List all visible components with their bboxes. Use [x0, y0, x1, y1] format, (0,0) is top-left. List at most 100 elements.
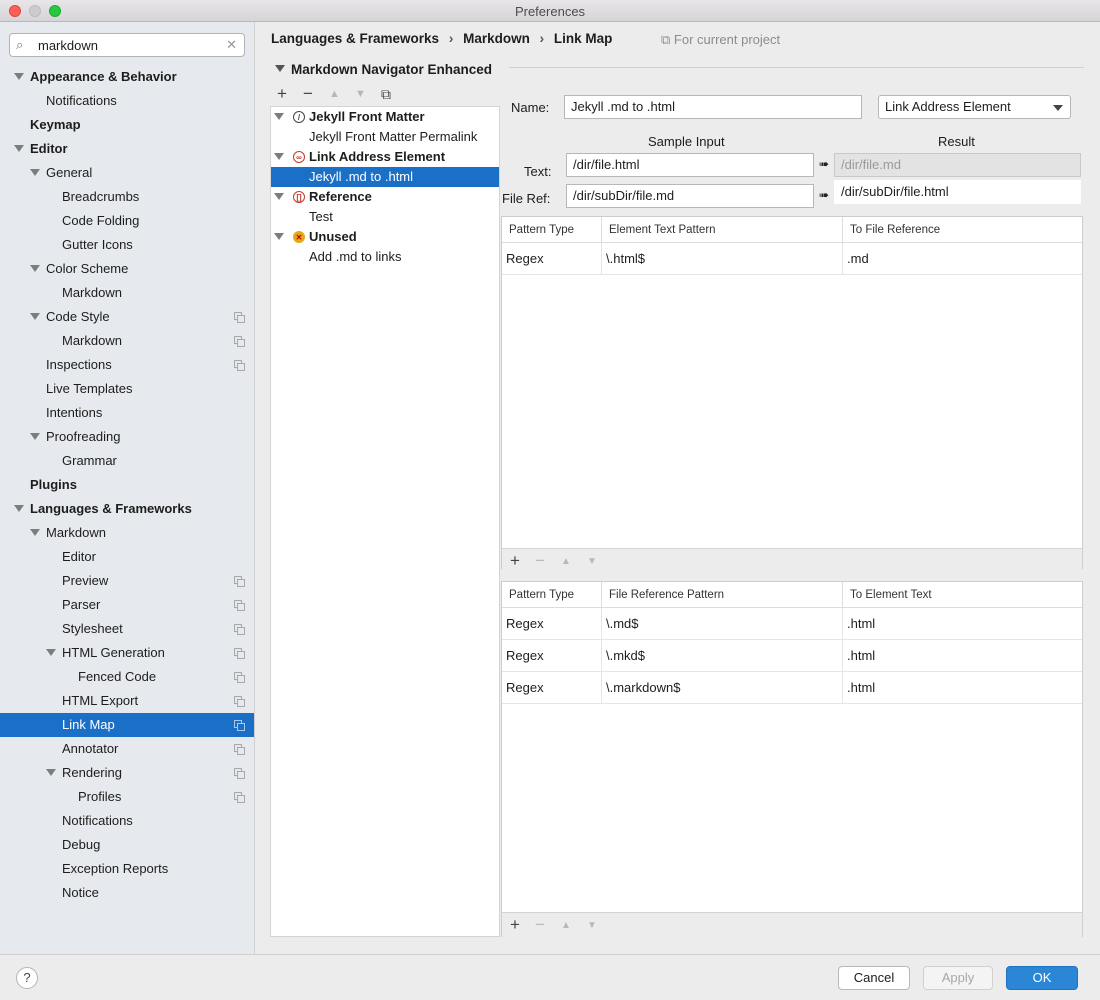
search-input[interactable] [38, 37, 218, 53]
pattern-type-cell[interactable]: Regex [502, 672, 602, 704]
sidebar-item-markdown[interactable]: Markdown [0, 521, 254, 545]
expand-arrow-icon[interactable] [30, 169, 40, 176]
name-field[interactable]: Jekyll .md to .html [564, 95, 862, 119]
target-cell[interactable]: .md [843, 243, 1083, 275]
sidebar-item-notice[interactable]: Notice [0, 881, 254, 905]
expand-arrow-icon[interactable] [14, 73, 24, 80]
move-row-up-button[interactable]: ▲ [561, 552, 571, 572]
expand-arrow-icon[interactable] [30, 529, 40, 536]
search-box[interactable]: ⌕ ✕ [9, 33, 245, 57]
element-item[interactable]: Jekyll .md to .html [271, 167, 499, 187]
sidebar-item-notifications[interactable]: Notifications [0, 89, 254, 113]
sidebar-item-intentions[interactable]: Intentions [0, 401, 254, 425]
pattern-type-cell[interactable]: Regex [502, 608, 602, 640]
move-down-button[interactable]: ▼ [355, 84, 366, 104]
element-group[interactable]: / Jekyll Front Matter [271, 107, 499, 127]
column-header[interactable]: Pattern Type [502, 582, 602, 608]
table-row[interactable]: Regex \.md$ .html [502, 608, 1082, 640]
add-row-button[interactable]: + [510, 551, 520, 571]
column-header[interactable]: Element Text Pattern [602, 217, 843, 243]
pattern-cell[interactable]: \.mkd$ [602, 640, 843, 672]
sidebar-item-gutter-icons[interactable]: Gutter Icons [0, 233, 254, 257]
expand-arrow-icon[interactable] [46, 649, 56, 656]
target-cell[interactable]: .html [843, 608, 1083, 640]
expand-arrow-icon[interactable] [274, 233, 284, 240]
collapse-section-icon[interactable] [275, 65, 285, 72]
sidebar-item-keymap[interactable]: Keymap [0, 113, 254, 137]
element-group[interactable]: [] Reference [271, 187, 499, 207]
expand-arrow-icon[interactable] [46, 769, 56, 776]
sidebar-item-grammar[interactable]: Grammar [0, 449, 254, 473]
move-up-button[interactable]: ▲ [329, 84, 340, 104]
table-row[interactable]: Regex \.markdown$ .html [502, 672, 1082, 704]
pattern-type-cell[interactable]: Regex [502, 640, 602, 672]
sidebar-item-parser[interactable]: Parser [0, 593, 254, 617]
apply-button[interactable]: Apply [923, 966, 993, 990]
sidebar-item-editor[interactable]: Editor [0, 545, 254, 569]
sidebar-item-fenced-code[interactable]: Fenced Code [0, 665, 254, 689]
move-row-down-button[interactable]: ▼ [587, 552, 597, 572]
sidebar-item-languages-frameworks[interactable]: Languages & Frameworks [0, 497, 254, 521]
sample-fileref-field[interactable]: /dir/subDir/file.md [566, 184, 814, 208]
add-button[interactable]: + [277, 84, 287, 104]
column-header[interactable]: To Element Text [843, 582, 1083, 608]
sidebar-item-general[interactable]: General [0, 161, 254, 185]
sidebar-item-notifications[interactable]: Notifications [0, 809, 254, 833]
sidebar-item-exception-reports[interactable]: Exception Reports [0, 857, 254, 881]
sidebar-item-appearance-behavior[interactable]: Appearance & Behavior [0, 65, 254, 89]
expand-arrow-icon[interactable] [274, 113, 284, 120]
column-header[interactable]: To File Reference [843, 217, 1083, 243]
sidebar-item-html-export[interactable]: HTML Export [0, 689, 254, 713]
remove-row-button[interactable]: − [535, 551, 545, 571]
sidebar-item-plugins[interactable]: Plugins [0, 473, 254, 497]
sidebar-item-debug[interactable]: Debug [0, 833, 254, 857]
sidebar-item-code-folding[interactable]: Code Folding [0, 209, 254, 233]
pattern-type-cell[interactable]: Regex [502, 243, 602, 275]
sidebar-item-annotator[interactable]: Annotator [0, 737, 254, 761]
expand-arrow-icon[interactable] [274, 153, 284, 160]
breadcrumb-item[interactable]: Markdown [463, 31, 530, 46]
expand-arrow-icon[interactable] [14, 145, 24, 152]
expand-arrow-icon[interactable] [30, 433, 40, 440]
target-cell[interactable]: .html [843, 640, 1083, 672]
pattern-cell[interactable]: \.html$ [602, 243, 843, 275]
element-item[interactable]: Jekyll Front Matter Permalink [271, 127, 499, 147]
element-group[interactable]: ✕ Unused [271, 227, 499, 247]
sidebar-item-live-templates[interactable]: Live Templates [0, 377, 254, 401]
copy-icon[interactable]: ⧉ [381, 84, 391, 104]
sidebar-item-markdown[interactable]: Markdown [0, 329, 254, 353]
table-row[interactable]: Regex \.html$ .md [502, 243, 1082, 275]
sidebar-item-link-map[interactable]: Link Map [0, 713, 254, 737]
sidebar-item-markdown[interactable]: Markdown [0, 281, 254, 305]
breadcrumb-item[interactable]: Languages & Frameworks [271, 31, 439, 46]
expand-arrow-icon[interactable] [30, 265, 40, 272]
sidebar-item-stylesheet[interactable]: Stylesheet [0, 617, 254, 641]
clear-search-icon[interactable]: ✕ [226, 37, 237, 53]
column-header[interactable]: File Reference Pattern [602, 582, 843, 608]
column-header[interactable]: Pattern Type [502, 217, 602, 243]
sidebar-item-preview[interactable]: Preview [0, 569, 254, 593]
move-row-down-button[interactable]: ▼ [587, 916, 597, 936]
remove-row-button[interactable]: − [535, 915, 545, 935]
ok-button[interactable]: OK [1006, 966, 1078, 990]
sidebar-item-code-style[interactable]: Code Style [0, 305, 254, 329]
element-group[interactable]: ∞ Link Address Element [271, 147, 499, 167]
sidebar-item-rendering[interactable]: Rendering [0, 761, 254, 785]
remove-button[interactable]: − [303, 84, 313, 104]
sidebar-item-breadcrumbs[interactable]: Breadcrumbs [0, 185, 254, 209]
sidebar-item-html-generation[interactable]: HTML Generation [0, 641, 254, 665]
sidebar-item-profiles[interactable]: Profiles [0, 785, 254, 809]
element-item[interactable]: Add .md to links [271, 247, 499, 267]
table-row[interactable]: Regex \.mkd$ .html [502, 640, 1082, 672]
help-button[interactable]: ? [16, 967, 38, 989]
sidebar-item-editor[interactable]: Editor [0, 137, 254, 161]
target-cell[interactable]: .html [843, 672, 1083, 704]
sidebar-item-inspections[interactable]: Inspections [0, 353, 254, 377]
element-type-select[interactable]: Link Address Element [878, 95, 1071, 119]
move-row-up-button[interactable]: ▲ [561, 916, 571, 936]
expand-arrow-icon[interactable] [14, 505, 24, 512]
sidebar-item-color-scheme[interactable]: Color Scheme [0, 257, 254, 281]
expand-arrow-icon[interactable] [274, 193, 284, 200]
add-row-button[interactable]: + [510, 915, 520, 935]
pattern-cell[interactable]: \.markdown$ [602, 672, 843, 704]
